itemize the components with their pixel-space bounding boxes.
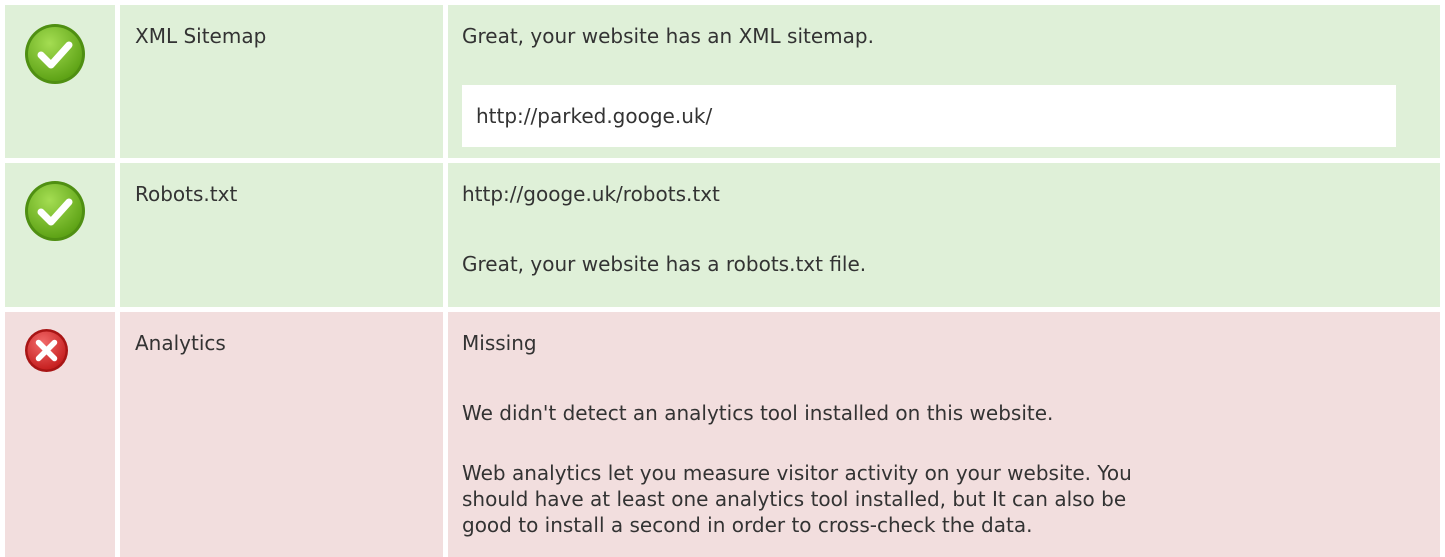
analytics-status: Missing (462, 331, 537, 355)
analytics-description: Web analytics let you measure visitor ac… (462, 460, 1402, 538)
check-message: Great, your website has a robots.txt fil… (462, 252, 867, 276)
status-cell (5, 163, 115, 307)
check-detail-cell: Great, your website has an XML sitemap. … (448, 5, 1440, 158)
status-cell (5, 5, 115, 158)
check-message: We didn't detect an analytics tool insta… (462, 401, 1054, 425)
check-icon (24, 180, 86, 242)
check-row-xml-sitemap: XML Sitemap Great, your website has an X… (5, 5, 1440, 158)
sitemap-url-box: http://parked.googe.uk/ (462, 85, 1396, 147)
check-message: Great, your website has an XML sitemap. (462, 24, 874, 48)
cross-icon (24, 328, 69, 373)
sitemap-url: http://parked.googe.uk/ (476, 104, 713, 128)
status-cell (5, 312, 115, 557)
description-line: should have at least one analytics tool … (462, 487, 1127, 511)
check-name-cell: Robots.txt (120, 163, 443, 307)
check-name: Analytics (135, 331, 226, 355)
robots-url: http://googe.uk/robots.txt (462, 182, 720, 206)
check-name: XML Sitemap (135, 24, 267, 48)
check-detail-cell: Missing We didn't detect an analytics to… (448, 312, 1440, 557)
description-line: good to install a second in order to cro… (462, 513, 1033, 537)
check-row-robots-txt: Robots.txt http://googe.uk/robots.txt Gr… (5, 163, 1440, 307)
check-name-cell: Analytics (120, 312, 443, 557)
check-detail-cell: http://googe.uk/robots.txt Great, your w… (448, 163, 1440, 307)
check-row-analytics: Analytics Missing We didn't detect an an… (5, 312, 1440, 557)
check-icon (24, 23, 86, 85)
description-line: Web analytics let you measure visitor ac… (462, 461, 1132, 485)
check-name: Robots.txt (135, 182, 238, 206)
check-name-cell: XML Sitemap (120, 5, 443, 158)
